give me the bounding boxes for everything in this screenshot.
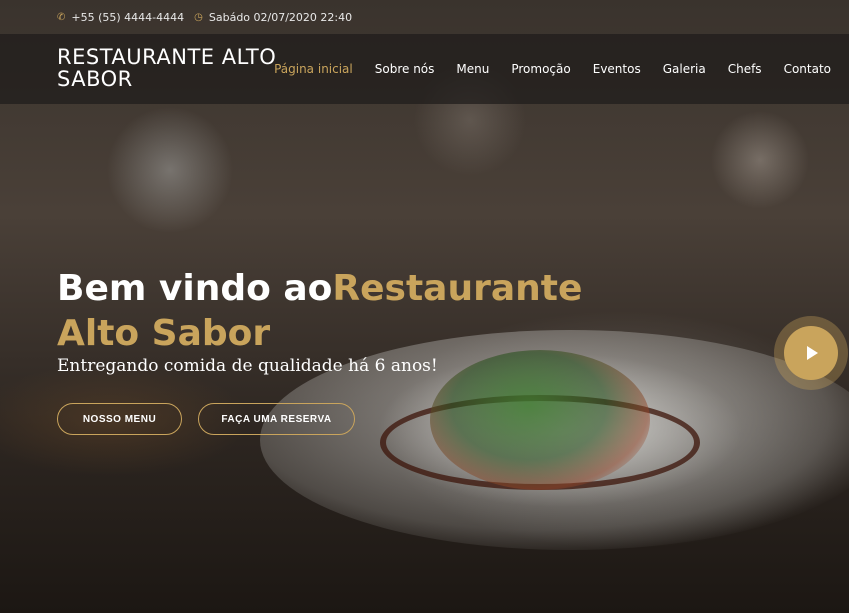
hero-subtitle: Entregando comida de qualidade há 6 anos…	[57, 356, 438, 376]
brand-line1: RESTAURANTE ALTO	[57, 45, 277, 69]
hero-title: Bem vindo aoRestaurante Alto Sabor	[57, 266, 617, 356]
reserva-button[interactable]: FAÇA UMA RESERVA	[198, 403, 355, 435]
nav-item-promocao[interactable]: Promoção	[511, 62, 570, 76]
datetime-text: Sabádo 02/07/2020 22:40	[208, 10, 353, 24]
nav-item-pagina-inicial[interactable]: Página inicial	[274, 62, 353, 76]
nav-item-sobre-nos[interactable]: Sobre nós	[375, 62, 435, 76]
nav-item-galeria[interactable]: Galeria	[663, 62, 706, 76]
dish-image	[430, 350, 650, 490]
play-button[interactable]	[784, 326, 838, 380]
nav-item-eventos[interactable]: Eventos	[593, 62, 641, 76]
brand-logo[interactable]: RESTAURANTE ALTO SABOR	[57, 46, 297, 90]
phone-icon: ✆	[57, 11, 66, 23]
play-icon	[807, 346, 818, 360]
main-menu: Página inicial Sobre nós Menu Promoção E…	[274, 34, 831, 104]
brand-line2: SABOR	[57, 67, 133, 91]
nav-item-chefs[interactable]: Chefs	[728, 62, 762, 76]
play-button-ring	[774, 316, 848, 390]
hero-title-white: Bem vindo ao	[57, 268, 333, 309]
phone-number: +55 (55) 4444-4444	[71, 10, 185, 24]
nosso-menu-button[interactable]: NOSSO MENU	[57, 403, 182, 435]
clock-icon: ◷	[194, 11, 203, 23]
nav-item-contato[interactable]: Contato	[784, 62, 831, 76]
navbar: RESTAURANTE ALTO SABOR Página inicial So…	[0, 34, 849, 104]
top-info-bar: ✆ +55 (55) 4444-4444 ◷ Sabádo 02/07/2020…	[0, 0, 849, 34]
nav-item-menu[interactable]: Menu	[456, 62, 489, 76]
